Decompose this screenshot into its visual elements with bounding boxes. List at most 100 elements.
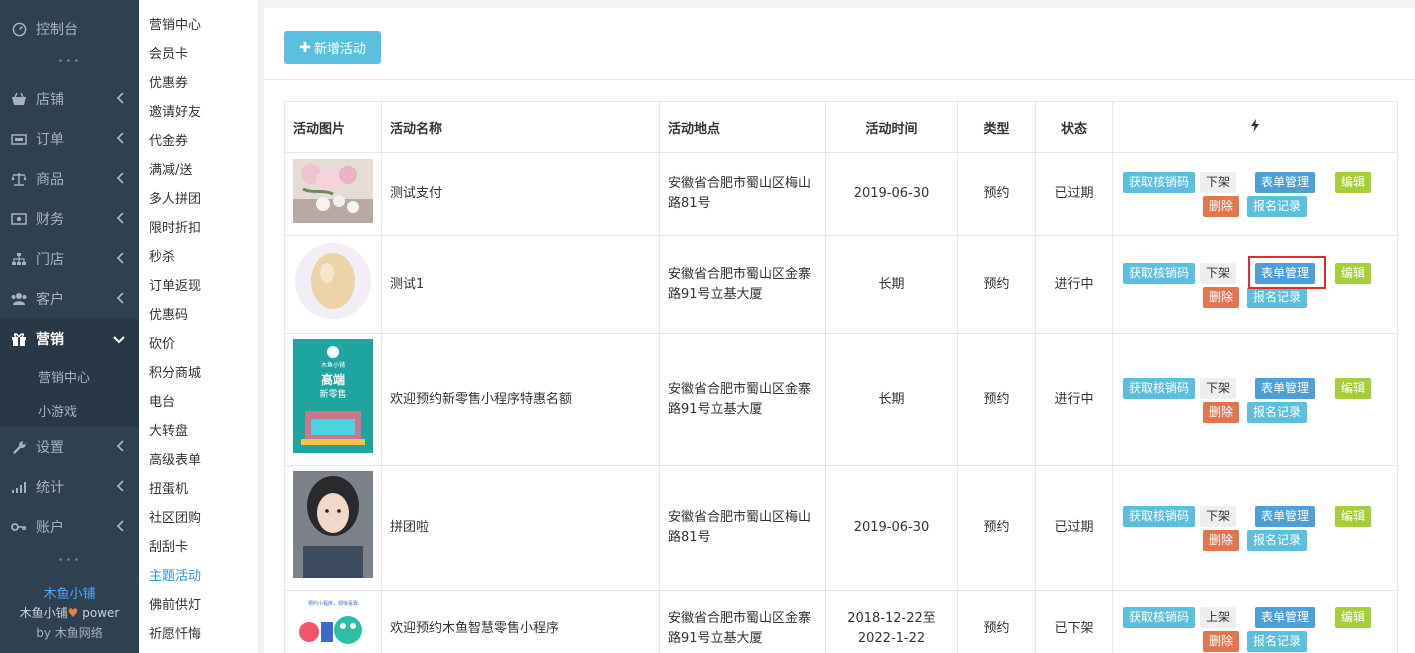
submenu-item[interactable]: 扭蛋机 [149, 478, 188, 497]
submenu-item[interactable]: 高级表单 [149, 449, 201, 468]
activity-image [293, 240, 373, 322]
submenu-item[interactable]: 会员卡 [149, 43, 188, 62]
get-verify-code-button[interactable]: 获取核销码 [1123, 378, 1195, 399]
table-row: 测试支付 安徽省合肥市蜀山区梅山路81号 2019-06-30 预约 已过期 获取核销码下… [284, 152, 1398, 236]
activity-image: 木鱼小铺高端新零售 [293, 339, 373, 453]
add-activity-button[interactable]: ✚ 新增活动 [284, 31, 381, 64]
status-badge: 已下架 [1035, 590, 1113, 653]
sidebar-item-goods[interactable]: 商品 [0, 159, 139, 199]
delete-button[interactable]: 删除 [1203, 196, 1239, 217]
edit-button[interactable]: 编辑 [1335, 506, 1371, 527]
table-row: 测试1 安徽省合肥市蜀山区金寨路91号立基大厦 长期 预约 进行中 获取核销码 下架 表单管理… [284, 235, 1398, 334]
action-group: 获取核销码 下架 表单管理 编辑删除 报名记录 [1113, 334, 1397, 465]
sidebar-item-account[interactable]: 账户 [0, 507, 139, 547]
form-manage-button[interactable]: 表单管理 [1255, 172, 1315, 193]
action-group: 获取核销码 下架 表单管理 编辑删除 报名记录 [1113, 153, 1397, 235]
chevron-left-icon [116, 92, 125, 108]
signup-records-button[interactable]: 报名记录 [1247, 631, 1307, 652]
sidebar-item-label: 设置 [36, 440, 64, 456]
submenu-item[interactable]: 优惠券 [149, 72, 188, 91]
edit-button[interactable]: 编辑 [1335, 607, 1371, 628]
submenu-item[interactable]: 砍价 [149, 333, 175, 352]
activity-time: 2018-12-22至2022-1-22 [825, 590, 958, 653]
submenu-item[interactable]: 刮刮卡 [149, 536, 188, 555]
signup-records-button[interactable]: 报名记录 [1247, 530, 1307, 551]
get-verify-code-button[interactable]: 获取核销码 [1123, 172, 1195, 193]
activity-image-cell [284, 465, 382, 591]
chevron-left-icon [116, 480, 125, 496]
submenu-item[interactable]: 满减/送 [149, 159, 192, 178]
sidebar-sub-mini-games[interactable]: 小游戏 [0, 393, 139, 427]
edit-button[interactable]: 编辑 [1335, 378, 1371, 399]
submenu-item[interactable]: 积分商城 [149, 362, 201, 381]
shelf-toggle-button[interactable]: 上架 [1200, 607, 1236, 628]
signup-records-button[interactable]: 报名记录 [1247, 402, 1307, 423]
gift-icon [10, 330, 28, 348]
chevron-left-icon [116, 132, 125, 148]
activity-actions: 获取核销码 下架 表单管理 编辑删除 报名记录 [1112, 333, 1398, 466]
chevron-down-icon [113, 333, 125, 348]
shelf-toggle-button[interactable]: 下架 [1200, 263, 1236, 284]
shelf-toggle-button[interactable]: 下架 [1200, 172, 1236, 193]
sidebar-item-customer[interactable]: 客户 [0, 279, 139, 319]
submenu-item[interactable]: 多人拼团 [149, 188, 201, 207]
delete-button[interactable]: 删除 [1203, 530, 1239, 551]
sidebar-item-order[interactable]: 订单 [0, 119, 139, 159]
order-icon [10, 130, 28, 148]
signup-records-button[interactable]: 报名记录 [1247, 196, 1307, 217]
activity-location: 安徽省合肥市蜀山区梅山路81号 [659, 152, 826, 236]
delete-button[interactable]: 删除 [1203, 287, 1239, 308]
submenu-item[interactable]: 优惠码 [149, 304, 188, 323]
edit-button[interactable]: 编辑 [1335, 172, 1371, 193]
submenu-item[interactable]: 订单返现 [149, 275, 201, 294]
submenu-item[interactable]: 限时折扣 [149, 217, 201, 236]
submenu-item[interactable]: 主题活动 [149, 565, 201, 584]
sidebar-item-dashboard[interactable]: 控制台 [0, 9, 139, 49]
table-row: 预约小程序，领惊喜靠 欢迎预约木鱼智慧零售小程序 安徽省合肥市蜀山区金寨路91号立基… [284, 590, 1398, 653]
activity-image-cell [284, 152, 382, 236]
activity-name: 测试1 [381, 235, 660, 334]
activity-location: 安徽省合肥市蜀山区金寨路91号立基大厦 [659, 235, 826, 334]
sidebar-item-finance[interactable]: 财务 [0, 199, 139, 239]
activity-actions: 获取核销码 下架 表单管理 编辑删除 报名记录 [1112, 465, 1398, 591]
sidebar-item-settings[interactable]: 设置 [0, 427, 139, 467]
submenu-item[interactable]: 社区团购 [149, 507, 201, 526]
shelf-toggle-button[interactable]: 下架 [1200, 378, 1236, 399]
submenu-item[interactable]: 大转盘 [149, 420, 188, 439]
sidebar-item-marketing[interactable]: 营销 [0, 319, 139, 359]
sidebar-sub-marketing-center[interactable]: 营销中心 [0, 359, 139, 393]
brand-by-text: by 木鱼网络 [36, 626, 103, 640]
delete-button[interactable]: 删除 [1203, 631, 1239, 652]
signup-records-button[interactable]: 报名记录 [1247, 287, 1307, 308]
form-manage-button[interactable]: 表单管理 [1255, 607, 1315, 628]
submenu-item[interactable]: 营销中心 [149, 14, 201, 33]
get-verify-code-button[interactable]: 获取核销码 [1123, 506, 1195, 527]
chevron-left-icon [116, 252, 125, 268]
submenu-item[interactable]: 电台 [149, 391, 175, 410]
wrench-icon [10, 438, 28, 456]
col-header-name: 活动名称 [381, 101, 660, 153]
chevron-left-icon [116, 212, 125, 228]
add-activity-label: 新增活动 [313, 42, 366, 57]
edit-button[interactable]: 编辑 [1335, 263, 1371, 284]
table-row: 木鱼小铺 高端 新零售 欢迎预约新零售小程序特惠名额 安徽省合肥市蜀山区金寨路91号立基… [284, 333, 1398, 466]
submenu-item[interactable]: 祈愿忏悔 [149, 623, 201, 642]
submenu-item[interactable]: 秒杀 [149, 246, 175, 265]
form-manage-button[interactable]: 表单管理 [1255, 506, 1315, 527]
get-verify-code-button[interactable]: 获取核销码 [1123, 607, 1195, 628]
sidebar-item-store[interactable]: 门店 [0, 239, 139, 279]
shelf-toggle-button[interactable]: 下架 [1200, 506, 1236, 527]
sidebar-item-stats[interactable]: 统计 [0, 467, 139, 507]
sidebar-item-shop[interactable]: 店铺 [0, 79, 139, 119]
activity-name: 欢迎预约新零售小程序特惠名额 [381, 333, 660, 466]
activity-type: 预约 [957, 465, 1036, 591]
delete-button[interactable]: 删除 [1203, 402, 1239, 423]
action-group: 获取核销码 上架 表单管理 编辑删除 报名记录 [1113, 591, 1397, 653]
submenu-item[interactable]: 佛前供灯 [149, 594, 201, 613]
sidebar-divider: ••• [57, 56, 82, 67]
submenu-item[interactable]: 代金券 [149, 130, 188, 149]
get-verify-code-button[interactable]: 获取核销码 [1123, 263, 1195, 284]
form-manage-button[interactable]: 表单管理 [1255, 378, 1315, 399]
submenu-item[interactable]: 邀请好友 [149, 101, 201, 120]
status-badge: 已过期 [1035, 152, 1113, 236]
